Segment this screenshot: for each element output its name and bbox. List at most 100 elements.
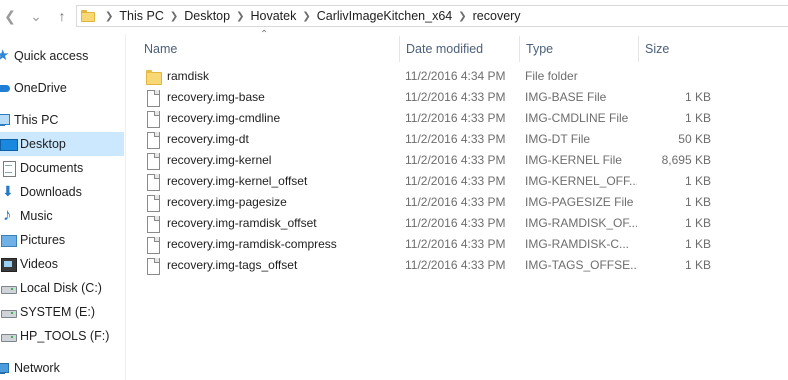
breadcrumb-this-pc[interactable]: This PC (119, 9, 163, 23)
file-row[interactable]: recovery.img-dt 11/2/2016 4:33 PM IMG-DT… (138, 129, 718, 150)
music-icon (0, 205, 16, 225)
chevron-right-icon[interactable]: ❯ (230, 11, 250, 22)
file-icon (146, 236, 160, 254)
file-name: recovery.img-cmdline (167, 111, 281, 125)
breadcrumb-hovatek[interactable]: Hovatek (250, 9, 296, 23)
chevron-right-icon[interactable]: ❯ (452, 11, 472, 22)
file-row-ramdisk[interactable]: ramdisk 11/2/2016 4:34 PM File folder (138, 66, 718, 87)
file-type: IMG-RAMDISK-C... (525, 237, 629, 251)
up-arrow-icon[interactable]: ↑ (54, 6, 70, 26)
file-size (646, 66, 711, 87)
file-icon (146, 110, 160, 128)
file-type: File folder (525, 69, 578, 83)
file-name: recovery.img-ramdisk_offset (167, 216, 317, 230)
sidebar-item-label: Downloads (20, 185, 82, 199)
file-size: 1 KB (684, 111, 711, 125)
chevron-right-icon[interactable]: ❯ (164, 11, 184, 22)
back-arrow-icon[interactable]: ❮ (2, 6, 18, 26)
address-bar[interactable]: ❯ This PC ❯ Desktop ❯ Hovatek ❯ CarlivIm… (76, 5, 788, 27)
file-type: IMG-KERNEL File (525, 153, 622, 167)
file-icon (146, 257, 160, 275)
file-date: 11/2/2016 4:33 PM (405, 216, 506, 230)
file-icon (146, 89, 160, 107)
navigation-pane: Quick access OneDrive This PC Desktop Do… (0, 34, 124, 380)
sidebar-item-local-disk-c[interactable]: Local Disk (C:) (0, 276, 124, 300)
file-size: 1 KB (684, 195, 711, 209)
column-header-size[interactable]: Size (638, 36, 718, 62)
file-date: 11/2/2016 4:33 PM (405, 153, 506, 167)
file-name: recovery.img-ramdisk-compress (167, 237, 337, 251)
drive-icon (0, 280, 17, 296)
sidebar-item-label: HP_TOOLS (F:) (20, 329, 110, 343)
file-icon (146, 173, 160, 191)
file-row[interactable]: recovery.img-kernel 11/2/2016 4:33 PM IM… (138, 150, 718, 171)
sidebar-item-downloads[interactable]: Downloads (0, 180, 124, 204)
file-date: 11/2/2016 4:33 PM (405, 237, 506, 251)
sidebar-item-label: SYSTEM (E:) (20, 305, 96, 319)
file-name: ramdisk (167, 69, 210, 83)
file-row[interactable]: recovery.img-ramdisk-compress 11/2/2016 … (138, 234, 718, 255)
file-name: recovery.img-dt (167, 132, 249, 146)
sidebar-item-label: Videos (20, 257, 58, 271)
file-row[interactable]: recovery.img-kernel_offset 11/2/2016 4:3… (138, 171, 718, 192)
file-icon (146, 131, 160, 149)
sidebar-item-music[interactable]: Music (0, 204, 124, 228)
breadcrumb-carlivimagekitchen[interactable]: CarlivImageKitchen_x64 (317, 9, 453, 23)
file-type: IMG-RAMDISK_OF... (525, 216, 637, 230)
sidebar-item-label: Local Disk (C:) (20, 281, 102, 295)
sidebar-item-quick-access[interactable]: Quick access (0, 44, 124, 68)
sidebar-item-label: OneDrive (14, 81, 67, 95)
file-type: IMG-CMDLINE File (525, 111, 629, 125)
breadcrumb-desktop[interactable]: Desktop (184, 9, 230, 23)
file-type: IMG-PAGESIZE File (525, 195, 634, 209)
file-type: IMG-KERNEL_OFF... (525, 174, 637, 188)
file-date: 11/2/2016 4:33 PM (405, 90, 506, 104)
sidebar-item-network[interactable]: Network (0, 356, 124, 380)
sidebar-item-label: Pictures (20, 233, 66, 247)
file-date: 11/2/2016 4:34 PM (405, 69, 506, 83)
sidebar-item-label: This PC (14, 113, 59, 127)
file-size: 1 KB (684, 237, 711, 251)
file-size: 1 KB (684, 90, 711, 104)
documents-icon (0, 160, 16, 177)
folder-icon (146, 69, 162, 85)
file-name: recovery.img-kernel (167, 153, 272, 167)
column-header-name[interactable]: Name (138, 36, 400, 62)
cloud-icon (0, 80, 10, 96)
sidebar-item-label: Quick access (14, 49, 89, 63)
sidebar-item-documents[interactable]: Documents (0, 156, 124, 180)
sidebar-item-this-pc[interactable]: This PC (0, 108, 124, 132)
file-size: 1 KB (684, 216, 711, 230)
computer-icon (0, 112, 10, 128)
file-size: 1 KB (684, 258, 711, 272)
file-name: recovery.img-base (167, 90, 265, 104)
sidebar-item-onedrive[interactable]: OneDrive (0, 76, 124, 100)
column-header-date-modified[interactable]: Date modified (399, 36, 519, 62)
videos-icon (0, 256, 17, 272)
sidebar-item-label: Documents (20, 161, 84, 175)
sidebar-item-videos[interactable]: Videos (0, 252, 124, 276)
navigation-bar: ❮ ⌄ ↑ ❯ This PC ❯ Desktop ❯ Hovatek ❯ Ca… (0, 0, 788, 34)
file-date: 11/2/2016 4:33 PM (405, 174, 506, 188)
file-type: IMG-BASE File (525, 90, 607, 104)
file-type: IMG-TAGS_OFFSE... (525, 258, 637, 272)
forward-chevron-icon[interactable]: ⌄ (28, 6, 44, 26)
file-row[interactable]: recovery.img-ramdisk_offset 11/2/2016 4:… (138, 213, 718, 234)
file-row[interactable]: recovery.img-pagesize 11/2/2016 4:33 PM … (138, 192, 718, 213)
file-row[interactable]: recovery.img-base 11/2/2016 4:33 PM IMG-… (138, 87, 718, 108)
file-date: 11/2/2016 4:33 PM (405, 132, 506, 146)
desktop-icon (0, 136, 18, 152)
sidebar-item-system-e[interactable]: SYSTEM (E:) (0, 300, 124, 324)
file-row[interactable]: recovery.img-cmdline 11/2/2016 4:33 PM I… (138, 108, 718, 129)
chevron-right-icon[interactable]: ❯ (296, 11, 316, 22)
file-list: ⌃ Name Date modified Type Size ramdisk 1… (126, 29, 788, 380)
sidebar-item-desktop[interactable]: Desktop (0, 132, 124, 156)
sidebar-item-pictures[interactable]: Pictures (0, 228, 124, 252)
column-header-type[interactable]: Type (519, 36, 638, 62)
file-icon (146, 152, 160, 170)
sidebar-item-hp-tools-f[interactable]: HP_TOOLS (F:) (0, 324, 124, 348)
breadcrumb-recovery[interactable]: recovery (473, 9, 521, 23)
file-row[interactable]: recovery.img-tags_offset 11/2/2016 4:33 … (138, 255, 718, 276)
file-date: 11/2/2016 4:33 PM (405, 111, 506, 125)
chevron-right-icon[interactable]: ❯ (99, 11, 119, 22)
